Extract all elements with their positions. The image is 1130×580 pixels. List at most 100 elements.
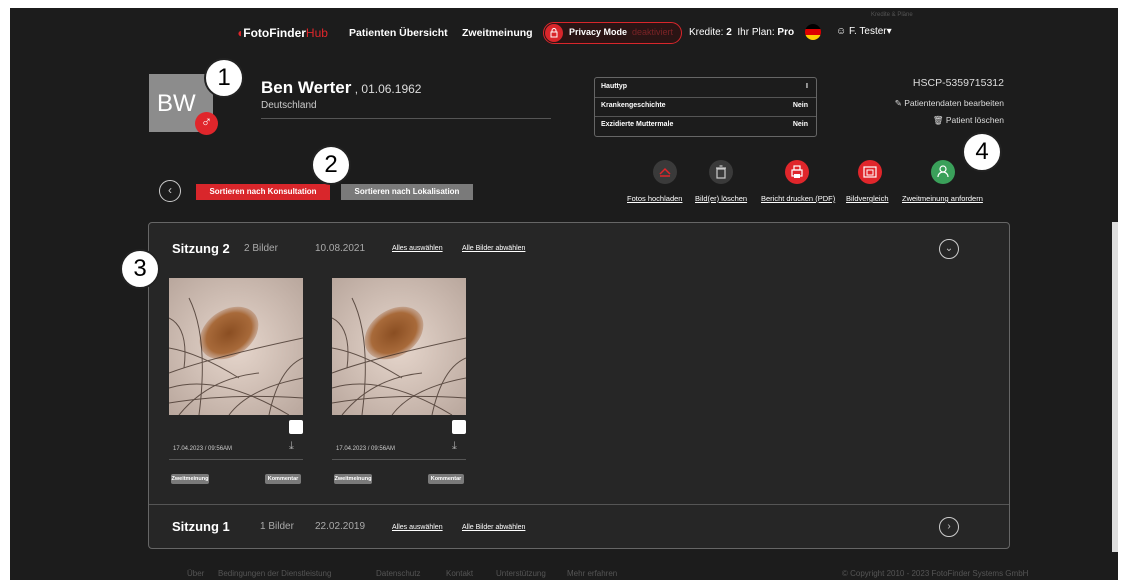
plan-label: Ihr Plan: [737,27,775,38]
deselect-all-link[interactable]: Alle Bilder abwählen [462,524,525,531]
session-image-count: 2 Bilder [244,243,278,254]
compare-icon[interactable] [858,160,882,184]
scrollbar[interactable] [1112,222,1118,552]
footer-link-terms[interactable]: Bedingungen der Dienstleistung [218,569,331,578]
logo-suffix: Hub [305,26,328,40]
credits-plans-link[interactable]: Kredite & Pläne [871,12,913,18]
info-label: Exzidierte Muttermale [601,121,674,128]
upload-photos-link[interactable]: Fotos hochladen [627,194,682,203]
privacy-mode-label: Privacy Mode [569,27,628,37]
chevron-left-icon: ‹ [168,183,172,197]
image-compare-link[interactable]: Bildvergleich [846,194,889,203]
privacy-mode-state: deaktiviert [632,27,674,37]
upload-icon[interactable] [653,160,677,184]
divider [595,116,816,117]
print-icon[interactable] [785,160,809,184]
patient-country: Deutschland [261,100,317,111]
info-value: I [806,83,808,90]
dermoscopy-image[interactable] [332,278,466,415]
callout-3: 3 [120,249,160,289]
nav-link-patients[interactable]: Patienten Übersicht [349,27,448,39]
lock-icon [545,24,563,42]
deselect-all-link[interactable]: Alle Bilder abwählen [462,245,525,252]
sort-by-localization-button[interactable]: Sortieren nach Lokalisation [341,184,473,200]
footer-link-support[interactable]: Unterstützung [496,569,546,578]
session-title: Sitzung 1 [172,519,230,534]
sessions-panel: Sitzung 2 2 Bilder 10.08.2021 Alles ausw… [148,222,1010,549]
logo[interactable]: ◖FotoFinderHub [236,26,328,40]
print-report-link[interactable]: Bericht drucken (PDF) [761,194,835,203]
info-label: Krankengeschichte [601,102,666,109]
user-name: F. Tester [849,26,887,37]
download-icon[interactable]: ⤓ [452,440,457,453]
credits-value: 2 [726,27,732,38]
image-checkbox[interactable] [452,420,466,434]
callout-1: 1 [204,58,244,98]
second-opinion-button[interactable]: Zweitmeinung [171,474,209,484]
info-value: Nein [792,121,808,128]
german-flag-icon[interactable] [805,24,821,40]
app-window: ◖FotoFinderHub Patienten Übersicht Zweit… [10,8,1118,580]
select-all-link[interactable]: Alles auswählen [392,245,443,252]
male-gender-icon: ♂ [195,112,218,135]
divider [149,504,1009,505]
chevron-right-icon: › [947,521,951,532]
footer-link-about[interactable]: Über [187,569,204,578]
dermoscopy-image[interactable] [169,278,303,415]
callout-2: 2 [311,145,351,185]
second-opinion-button[interactable]: Zweitmeinung [334,474,372,484]
divider [261,118,551,119]
info-value: Nein [792,102,808,109]
credits-info: Kredite: 2 Ihr Plan: Pro [689,27,794,38]
edit-icon: ✎ [894,98,902,108]
user-menu[interactable]: ☺ F. Tester▾ [836,26,892,37]
comment-button[interactable]: Kommentar [428,474,464,484]
credits-label: Kredite: [689,27,724,38]
comment-button[interactable]: Kommentar [265,474,301,484]
session-date: 22.02.2019 [315,521,366,532]
session-date: 10.08.2021 [315,243,366,254]
sort-by-consultation-button[interactable]: Sortieren nach Konsultation [196,184,330,200]
collapse-session-button[interactable]: ⌄ [939,239,959,259]
info-row-excised-moles: Exzidierte Muttermale Nein [601,121,808,137]
footer-link-privacy[interactable]: Datenschutz [376,569,420,578]
download-icon[interactable]: ⤓ [289,440,294,453]
footer-link-learn-more[interactable]: Mehr erfahren [567,569,617,578]
trash-icon[interactable] [709,160,733,184]
copyright: © Copyright 2010 - 2023 FotoFinder Syste… [842,569,1029,578]
logo-main: Finder [269,26,306,40]
select-all-link[interactable]: Alles auswählen [392,524,443,531]
chevron-down-icon: ⌄ [944,243,954,254]
patient-name: Ben Werter [261,78,352,97]
trash-icon: 🗑 [932,115,944,125]
edit-patient-label: Patientendaten bearbeiten [904,98,1004,108]
nav-link-second-opinion[interactable]: Zweitmeinung [462,27,533,39]
session-image-count: 1 Bilder [260,521,294,532]
edit-patient-link[interactable]: ✎ Patientendaten bearbeiten [868,98,1004,109]
image-date: 17.04.2023 / 09:56AM [336,446,396,452]
back-button[interactable]: ‹ [159,180,181,202]
info-label: Hauttyp [601,83,628,90]
footer-link-contact[interactable]: Kontakt [446,569,473,578]
privacy-mode-toggle[interactable]: Privacy Mode deaktiviert [543,22,682,44]
plan-value: Pro [777,27,795,38]
delete-images-link[interactable]: Bild(er) löschen [695,194,747,203]
image-date: 17.04.2023 / 09:56AM [173,446,233,452]
chevron-down-icon: ▾ [886,26,892,37]
top-nav: ◖FotoFinderHub Patienten Übersicht Zweit… [10,8,1118,58]
delete-patient-link[interactable]: 🗑 Patient löschen [890,115,1004,126]
image-checkbox[interactable] [289,420,303,434]
expand-session-button[interactable]: › [939,517,959,537]
patient-id: HSCP-5359715312 [912,77,1004,89]
divider [169,459,303,460]
avatar-initials: BW [157,90,196,117]
patient-name-line: Ben Werter , 01.06.1962 [261,78,422,97]
patient-dob: 01.06.1962 [361,82,422,96]
patient-info-box: Hauttyp I Krankengeschichte Nein Exzidie… [594,77,817,137]
divider [332,459,466,460]
request-second-opinion-link[interactable]: Zweitmeinung anfordern [902,194,983,203]
user-icon: ☺ [836,26,847,37]
user-add-icon[interactable] [931,160,955,184]
logo-prefix: Foto [243,26,270,40]
session-title: Sitzung 2 [172,241,230,256]
